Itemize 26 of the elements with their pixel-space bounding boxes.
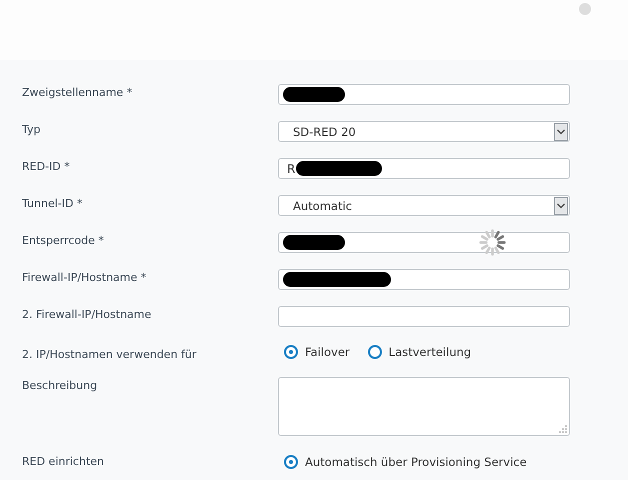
input-field[interactable] [278,269,570,290]
radio-icon[interactable] [284,345,298,359]
dropdown[interactable]: Automatic [278,195,570,216]
field-label: Entsperrcode * [22,233,104,247]
field-label: 2. Firewall-IP/Hostname [22,307,152,321]
radio-option[interactable]: Lastverteilung [368,345,472,359]
field-label: Typ [22,122,40,136]
radio-icon[interactable] [284,455,298,469]
field-label: Firewall-IP/Hostname * [22,270,146,284]
field-label: Zweigstellenname * [22,85,132,99]
field-label: RED einrichten [22,455,104,468]
radio-option[interactable]: Automatisch über Provisioning Service [284,455,570,469]
input-field[interactable] [278,306,570,327]
field-label: Beschreibung [22,378,98,392]
resize-grip-icon [559,425,567,433]
field-label: RED-ID * [22,159,70,173]
input-field[interactable] [278,84,570,105]
chevron-down-icon [554,122,568,140]
input-field[interactable]: R [278,158,570,179]
field-label: Tunnel-ID * [22,196,82,210]
input-field[interactable] [278,232,570,253]
radio-option[interactable]: Failover [284,345,350,359]
radio-icon[interactable] [368,345,382,359]
field-label: 2. IP/Hostnamen verwenden für [22,347,196,361]
chevron-down-icon [554,196,568,214]
dropdown[interactable]: SD-RED 20 [278,121,570,142]
